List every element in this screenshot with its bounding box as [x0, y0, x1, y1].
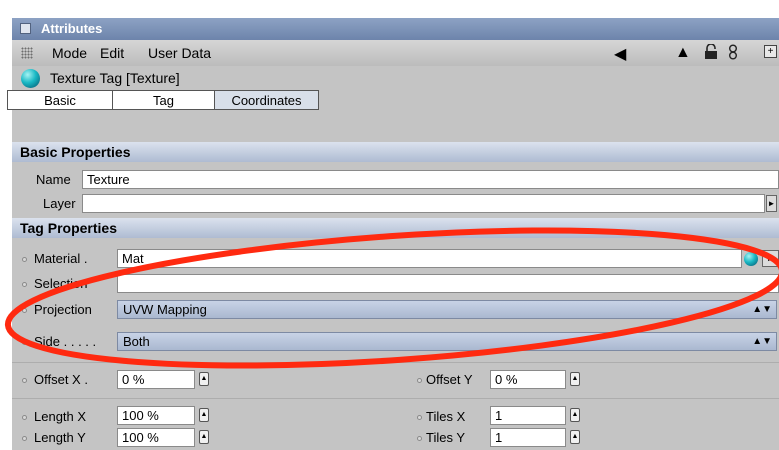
highlight-ellipse: [4, 227, 779, 369]
annotation-overlay: [4, 227, 779, 369]
